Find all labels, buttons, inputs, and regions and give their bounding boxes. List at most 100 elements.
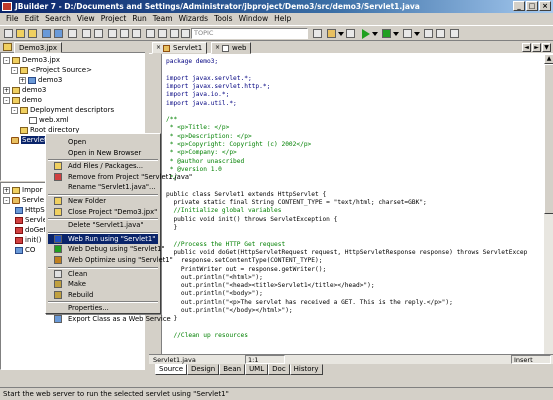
find-again-icon[interactable] bbox=[158, 29, 167, 38]
context-menu-item-close-project[interactable]: Close Project "Demo3.jpx" bbox=[48, 207, 158, 217]
topic-search-input[interactable]: TOPIC bbox=[191, 28, 308, 39]
structure-item[interactable]: + Impor bbox=[3, 185, 43, 195]
tree-node-package[interactable]: + demo3 bbox=[19, 75, 62, 85]
context-menu-item-web-debug[interactable]: Web Debug using "Servlet1" bbox=[48, 244, 165, 254]
find-icon[interactable] bbox=[146, 29, 155, 38]
copy-icon[interactable] bbox=[120, 29, 129, 38]
structure-item[interactable]: CO bbox=[15, 245, 35, 255]
context-menu-item-open[interactable]: Open bbox=[48, 137, 158, 147]
menu-team[interactable]: Team bbox=[150, 13, 176, 25]
open-project-icon[interactable] bbox=[28, 29, 37, 38]
tab-web[interactable]: × web bbox=[211, 42, 252, 54]
new-file-icon[interactable] bbox=[4, 29, 13, 38]
menu-window[interactable]: Window bbox=[236, 13, 272, 25]
context-menu-item-open-in-new-browser[interactable]: Open in New Browser bbox=[48, 148, 158, 158]
code-line: out.println("<html>"); bbox=[166, 273, 263, 281]
menu-help[interactable]: Help bbox=[271, 13, 294, 25]
tree-node-project[interactable]: - Demo3.jpx bbox=[3, 55, 60, 65]
replace-icon[interactable] bbox=[170, 29, 179, 38]
close-tab-icon[interactable]: × bbox=[156, 45, 162, 51]
run-dropdown-icon[interactable] bbox=[372, 32, 378, 36]
context-menu-item-export-web-service[interactable]: Export Class as a Web Service bbox=[48, 314, 171, 324]
tab-source[interactable]: Source bbox=[155, 364, 188, 375]
context-menu-item-label: New Folder bbox=[68, 197, 106, 205]
tab-design[interactable]: Design bbox=[187, 364, 220, 375]
context-menu-item-properties[interactable]: Properties... bbox=[48, 303, 158, 313]
context-menu-item-web-optimize[interactable]: Web Optimize using "Servlet1" bbox=[48, 255, 173, 265]
tree-node-web-xml[interactable]: web.xml bbox=[29, 115, 69, 125]
tree-node-deployment-descriptors[interactable]: - Deployment descriptors bbox=[11, 105, 114, 115]
open-folder-icon[interactable] bbox=[16, 29, 25, 38]
maximize-button[interactable]: □ bbox=[526, 1, 538, 11]
code-line: out.println("</body></html>"); bbox=[166, 307, 293, 314]
context-menu-item-new-folder[interactable]: New Folder bbox=[48, 196, 158, 206]
run-icon[interactable] bbox=[362, 29, 370, 39]
context-menu-item-add-files-packages[interactable]: Add Files / Packages... bbox=[48, 161, 158, 171]
structure-item[interactable]: Servle bbox=[15, 215, 47, 225]
structure-item[interactable]: init() bbox=[15, 235, 42, 245]
tab-doc[interactable]: Doc bbox=[268, 364, 290, 375]
save-icon[interactable] bbox=[42, 29, 51, 38]
tab-bean[interactable]: Bean bbox=[219, 364, 246, 375]
menu-tools[interactable]: Tools bbox=[211, 13, 235, 25]
context-menu-item-clean[interactable]: Clean bbox=[48, 269, 158, 279]
menu-edit[interactable]: Edit bbox=[22, 13, 43, 25]
vertical-scrollbar[interactable]: ▲ bbox=[543, 54, 553, 354]
context-menu-item-remove-from-project[interactable]: Remove from Project "Servlet1.java" bbox=[48, 172, 192, 182]
cut-icon[interactable] bbox=[108, 29, 117, 38]
redo-icon[interactable] bbox=[94, 29, 103, 38]
insert-mode: Insert bbox=[511, 355, 551, 364]
menu-project[interactable]: Project bbox=[98, 13, 130, 25]
tree-node-demo3[interactable]: + demo3 bbox=[3, 85, 46, 95]
close-tab-icon[interactable]: × bbox=[215, 45, 221, 51]
context-menu-item-delete[interactable]: Delete "Servlet1.java" bbox=[48, 220, 158, 230]
tab-scroll-left-icon[interactable]: ◄ bbox=[522, 43, 531, 52]
tree-node-project-source[interactable]: - <Project Source> bbox=[11, 65, 92, 75]
scroll-up-icon[interactable]: ▲ bbox=[544, 54, 553, 64]
menu-run[interactable]: Run bbox=[129, 13, 149, 25]
tab-list-icon[interactable]: ▼ bbox=[542, 43, 551, 52]
close-button[interactable]: × bbox=[539, 1, 551, 11]
paste-icon[interactable] bbox=[132, 29, 141, 38]
debug-icon[interactable] bbox=[382, 29, 391, 38]
tree-node-demo[interactable]: - demo bbox=[3, 95, 42, 105]
code-line: public class Servlet1 extends HttpServle… bbox=[166, 190, 327, 198]
tab-uml[interactable]: UML bbox=[245, 364, 269, 375]
undo-icon[interactable] bbox=[82, 29, 91, 38]
optimize-dropdown-icon[interactable] bbox=[414, 32, 420, 36]
scroll-thumb[interactable] bbox=[544, 64, 553, 214]
history-icon[interactable] bbox=[450, 29, 459, 38]
help-icon[interactable] bbox=[313, 29, 322, 38]
context-menu-item-make[interactable]: Make bbox=[48, 279, 158, 289]
rebuild-icon[interactable] bbox=[346, 29, 355, 38]
structure-item[interactable]: - Servle bbox=[3, 195, 44, 205]
menu-file[interactable]: File bbox=[3, 13, 22, 25]
optimize-icon[interactable] bbox=[403, 29, 412, 38]
debug-dropdown-icon[interactable] bbox=[393, 32, 399, 36]
context-menu-item-web-run[interactable]: Web Run using "Servlet1" bbox=[48, 233, 158, 244]
menu-search[interactable]: Search bbox=[42, 13, 74, 25]
project-tab[interactable]: Demo3.jpx bbox=[14, 42, 63, 53]
menu-wizards[interactable]: Wizards bbox=[176, 13, 212, 25]
structure-item[interactable]: doGet bbox=[15, 225, 46, 235]
back-icon[interactable] bbox=[424, 29, 433, 38]
folder-icon bbox=[20, 66, 28, 74]
minimize-button[interactable]: _ bbox=[513, 1, 525, 11]
browse-icon[interactable] bbox=[181, 29, 190, 38]
menu-view[interactable]: View bbox=[74, 13, 98, 25]
code-line: out.println("<p>The servlet has received… bbox=[166, 298, 453, 306]
forward-icon[interactable] bbox=[436, 29, 445, 38]
save-all-icon[interactable] bbox=[54, 29, 63, 38]
cursor-position: 1:1 bbox=[245, 355, 285, 364]
status-bar: Start the web server to run the selected… bbox=[0, 387, 553, 400]
make-icon[interactable] bbox=[327, 29, 336, 38]
tab-history[interactable]: History bbox=[289, 364, 323, 375]
structure-item[interactable]: HttpS bbox=[15, 205, 45, 215]
tab-scroll-right-icon[interactable]: ► bbox=[532, 43, 541, 52]
context-menu-item-rename[interactable]: Rename "Servlet1.java"... bbox=[48, 182, 158, 192]
code-editor[interactable]: package demo3; import javax.servlet.*; imp… bbox=[162, 54, 543, 354]
close-file-icon[interactable] bbox=[68, 29, 77, 38]
make-dropdown-icon[interactable] bbox=[338, 32, 344, 36]
tab-servlet1[interactable]: × Servlet1 bbox=[152, 42, 208, 54]
context-menu-item-rebuild[interactable]: Rebuild bbox=[48, 290, 158, 300]
